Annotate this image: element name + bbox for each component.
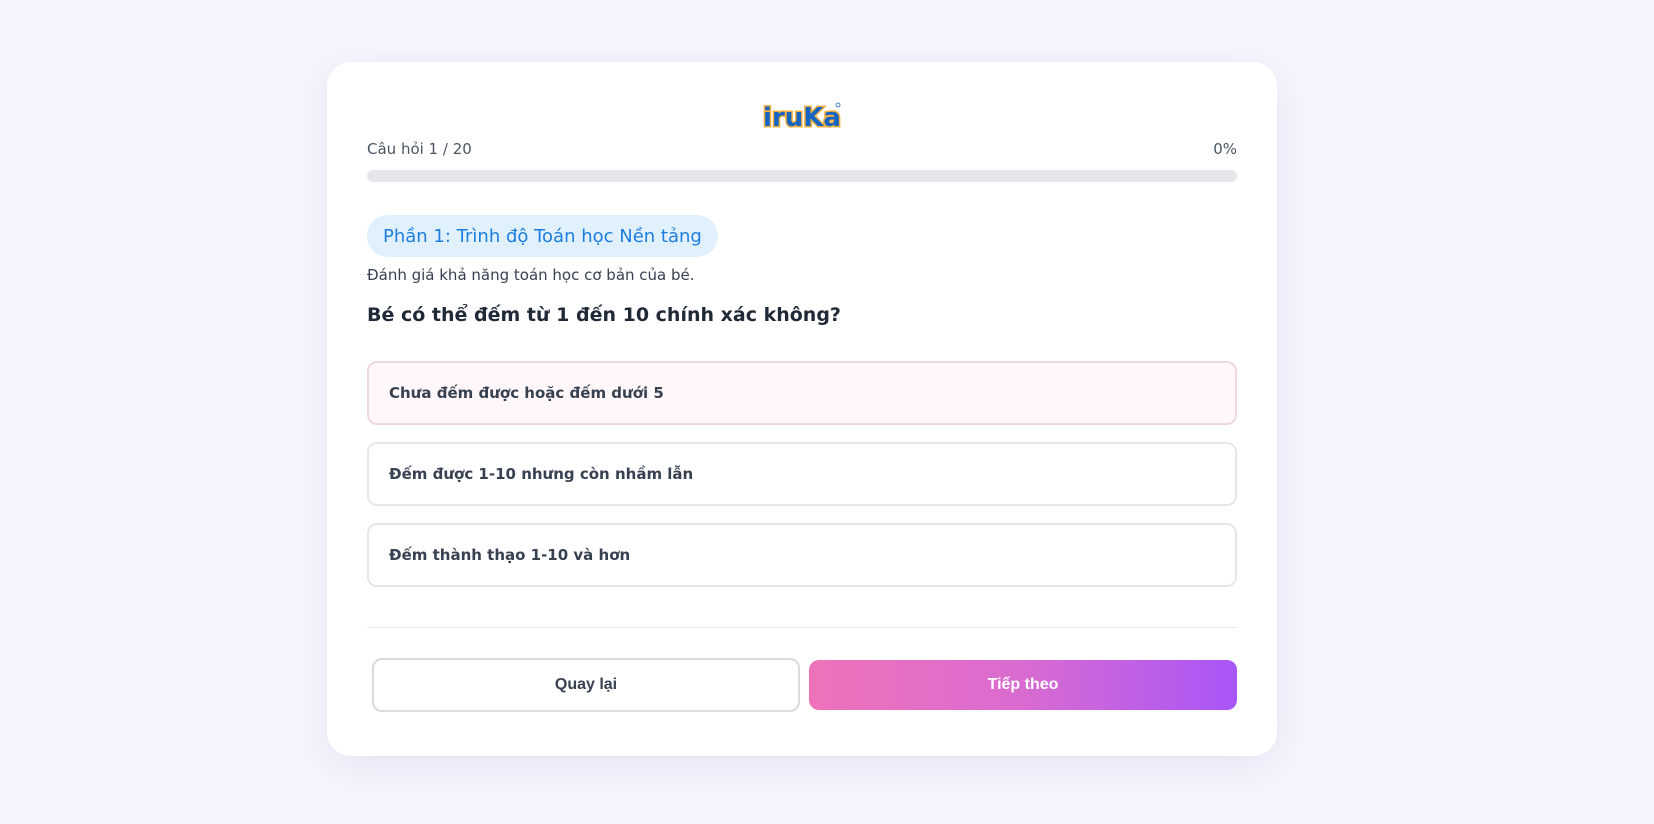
progress-header: Câu hỏi 1 / 20 0% xyxy=(367,140,1237,158)
answer-options: Chưa đếm được hoặc đếm dưới 5 Đếm được 1… xyxy=(367,361,1237,604)
answer-option[interactable]: Đếm thành thạo 1-10 và hơn xyxy=(367,523,1237,587)
answer-option-label: Đếm được 1-10 nhưng còn nhầm lẫn xyxy=(389,465,694,483)
answer-option[interactable]: Đếm được 1-10 nhưng còn nhầm lẫn xyxy=(367,442,1237,506)
section-badge: Phần 1: Trình độ Toán học Nền tảng xyxy=(367,215,718,257)
iruka-logo-icon: iruKa xyxy=(762,102,842,135)
logo: iruKa xyxy=(327,100,1277,140)
quiz-card: iruKa Câu hỏi 1 / 20 0% Phần 1: Trình độ… xyxy=(327,62,1277,756)
divider xyxy=(367,627,1237,628)
back-button-label: Quay lại xyxy=(554,676,618,693)
svg-text:iruKa: iruKa xyxy=(763,103,841,133)
progress-percent: 0% xyxy=(1213,140,1237,158)
section-description: Đánh giá khả năng toán học cơ bản của bé… xyxy=(367,266,695,284)
question-counter: Câu hỏi 1 / 20 xyxy=(367,140,472,158)
question-text: Bé có thể đếm từ 1 đến 10 chính xác khôn… xyxy=(367,304,841,326)
answer-option-label: Chưa đếm được hoặc đếm dưới 5 xyxy=(389,384,664,402)
progress-bar xyxy=(367,170,1237,182)
back-button[interactable]: Quay lại xyxy=(372,658,800,712)
section-title: Phần 1: Trình độ Toán học Nền tảng xyxy=(383,225,702,247)
answer-option[interactable]: Chưa đếm được hoặc đếm dưới 5 xyxy=(367,361,1237,425)
next-button-label: Tiếp theo xyxy=(987,676,1059,693)
answer-option-label: Đếm thành thạo 1-10 và hơn xyxy=(389,546,631,564)
next-button[interactable]: Tiếp theo xyxy=(809,660,1237,710)
